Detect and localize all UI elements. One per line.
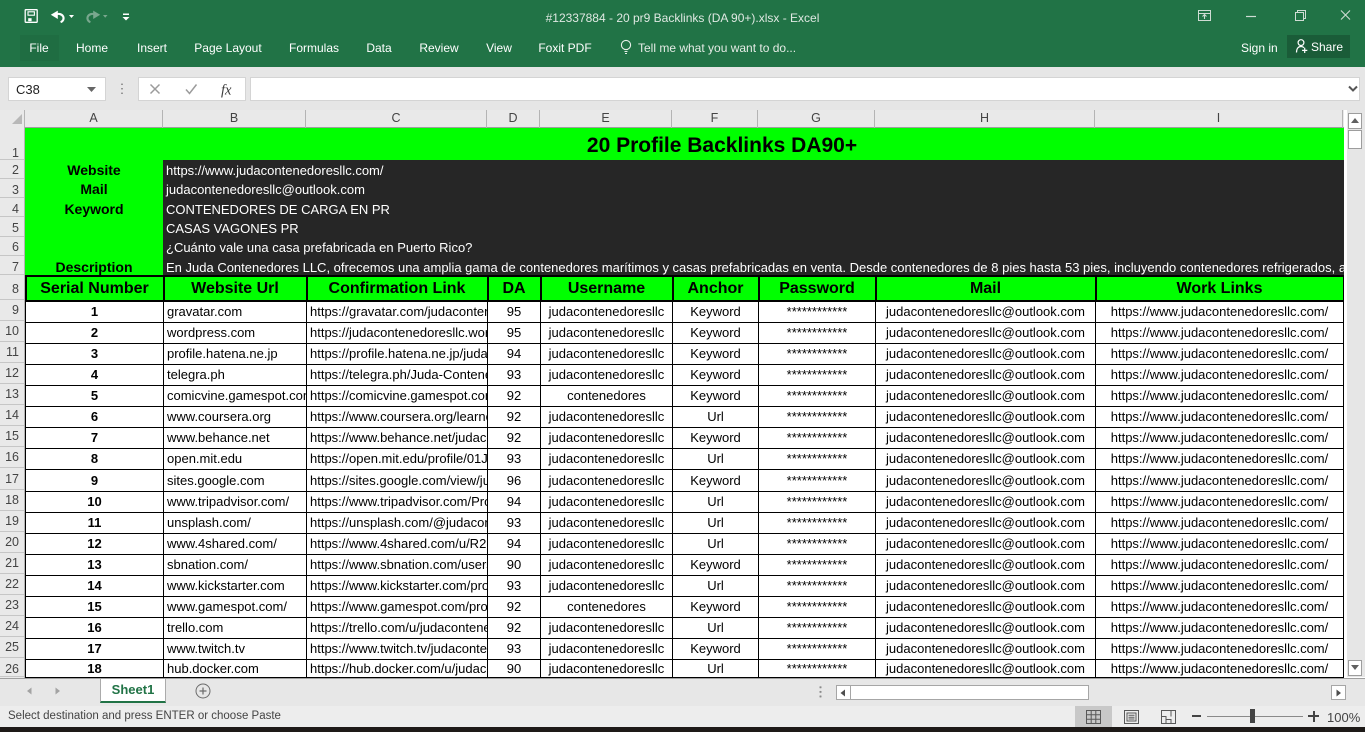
svg-text:fx: fx xyxy=(221,83,232,99)
